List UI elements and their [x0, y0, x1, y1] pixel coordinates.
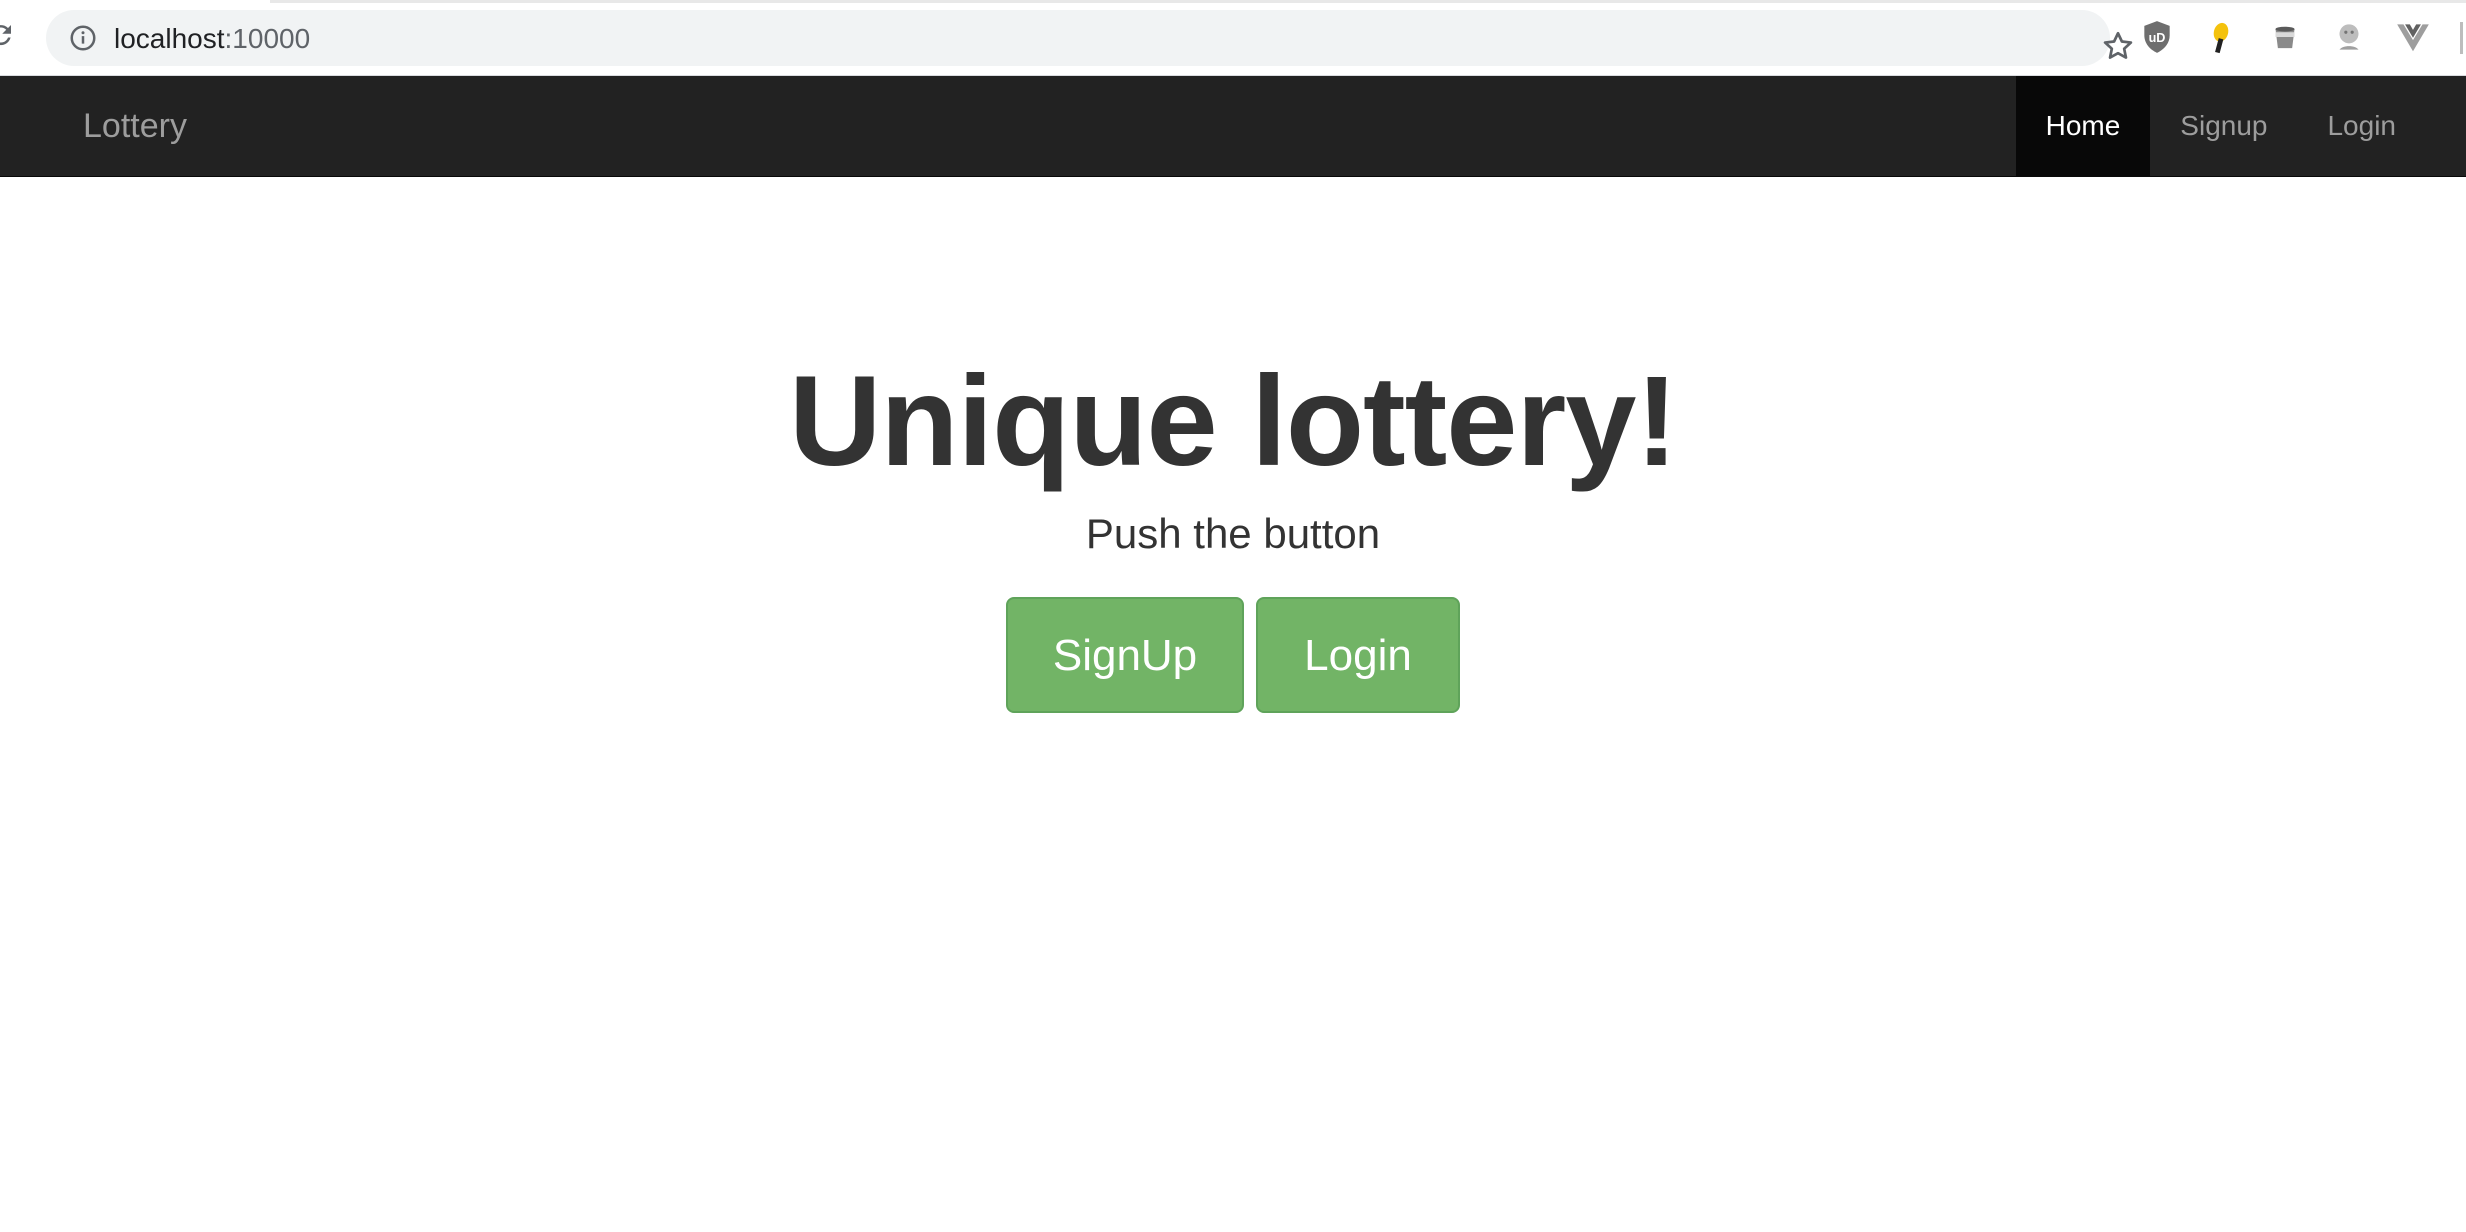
address-bar[interactable]: localhost:10000	[46, 10, 2133, 66]
browser-toolbar: localhost:10000 uD	[0, 0, 2466, 76]
nav-item-login[interactable]: Login	[2297, 76, 2426, 176]
url-text[interactable]: localhost:10000	[114, 24, 310, 54]
vue-devtools-icon[interactable]	[2394, 18, 2432, 56]
navbar-menu: Home Signup Login	[2015, 76, 2466, 176]
nav-item-signup[interactable]: Signup	[2150, 76, 2297, 176]
toolbar-divider	[2460, 22, 2463, 54]
hero-button-group: SignUp Login	[0, 597, 2466, 713]
face-icon[interactable]	[2330, 18, 2368, 56]
hero-subtitle: Push the button	[1085, 510, 1381, 557]
navbar-brand[interactable]: Lottery	[83, 76, 187, 176]
login-button[interactable]: Login	[1256, 597, 1460, 713]
bulb-icon[interactable]	[2202, 18, 2240, 56]
url-host: localhost	[114, 23, 225, 54]
cup-icon[interactable]	[2266, 18, 2304, 56]
navbar-right-padding	[2426, 76, 2466, 176]
svg-text:uD: uD	[2149, 31, 2166, 45]
info-icon[interactable]	[68, 23, 98, 53]
ublock-origin-icon[interactable]: uD	[2138, 18, 2176, 56]
signup-button[interactable]: SignUp	[1006, 597, 1244, 713]
url-port: :10000	[224, 23, 311, 54]
site-navbar: Lottery Home Signup Login	[0, 76, 2466, 177]
bookmark-star-icon[interactable]	[2100, 28, 2136, 64]
tab-strip-edge	[270, 0, 2466, 3]
page-title: Unique lottery!	[788, 350, 1678, 493]
reload-icon[interactable]	[0, 20, 16, 50]
nav-item-home[interactable]: Home	[2015, 76, 2151, 176]
